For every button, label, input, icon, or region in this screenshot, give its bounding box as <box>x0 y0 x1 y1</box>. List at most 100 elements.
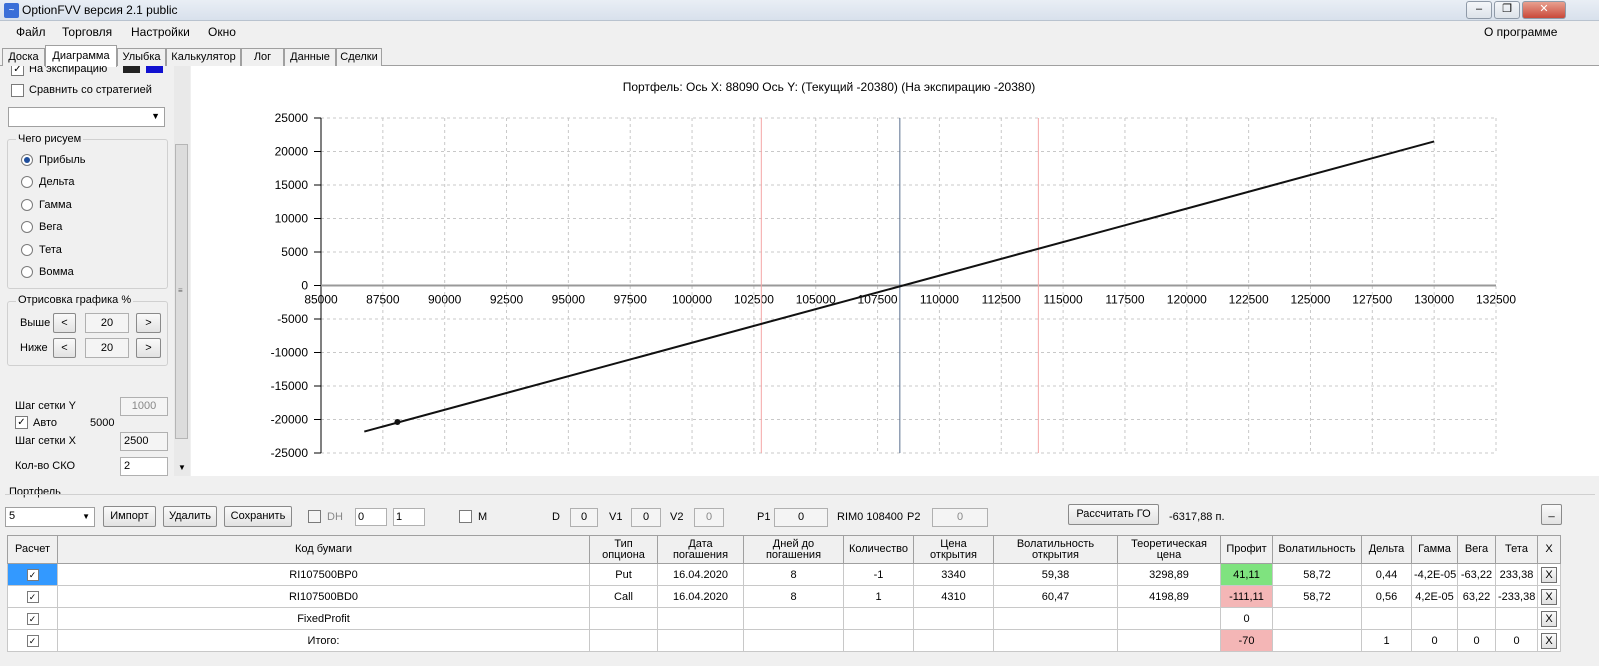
table-row[interactable]: ✓ RI107500BD0 Call 16.04.2020 8 1 4310 60,47 419… <box>7 585 1561 608</box>
radio-profit[interactable] <box>21 154 33 166</box>
table-body: ✓ RI107500BP0 Put 16.04.2020 8 -1 3340 59,38 329… <box>7 563 1561 652</box>
col-theo[interactable]: Теоретическая цена <box>1117 535 1221 564</box>
tab-diagram[interactable]: Диаграмма <box>45 45 117 67</box>
col-price[interactable]: Цена открытия <box>913 535 994 564</box>
menu-window[interactable]: Окно <box>208 25 236 39</box>
m-checkbox[interactable] <box>459 510 472 523</box>
menu-settings[interactable]: Настройки <box>131 25 190 39</box>
below-value[interactable]: 20 <box>85 338 129 358</box>
remove-row-button[interactable]: X <box>1541 566 1557 583</box>
row-calc-checkbox[interactable]: ✓ <box>26 568 39 581</box>
radio-theta[interactable] <box>21 244 33 256</box>
auto-value: 5000 <box>90 417 115 429</box>
remove-row-button[interactable]: X <box>1541 610 1557 627</box>
compare-checkbox[interactable] <box>11 84 24 97</box>
table-row[interactable]: ✓ RI107500BP0 Put 16.04.2020 8 -1 3340 59,38 329… <box>7 563 1561 586</box>
col-x[interactable]: X <box>1537 535 1561 564</box>
render-group-label: Отрисовка графика % <box>16 294 134 306</box>
dh-spinner-2[interactable]: 1 <box>393 508 425 526</box>
expiry-checkbox[interactable]: ✓ <box>11 66 24 76</box>
col-calc[interactable]: Расчет <box>7 535 58 564</box>
tab-data[interactable]: Данные <box>284 48 336 66</box>
payoff-chart[interactable]: 85000 87500 90000 92500 95000 97500 100000 1025… <box>191 66 1599 476</box>
dh-checkbox[interactable] <box>308 510 321 523</box>
cell-theo <box>1117 629 1221 652</box>
col-code[interactable]: Код бумаги <box>57 535 590 564</box>
expiry-color-black[interactable] <box>123 66 140 73</box>
row-calc-cell[interactable]: ✓ <box>7 585 58 608</box>
row-calc-checkbox[interactable]: ✓ <box>26 590 39 603</box>
radio-delta[interactable] <box>21 176 33 188</box>
minimize-window-button[interactable]: – <box>1466 1 1492 19</box>
radio-vega-label: Вега <box>39 221 63 233</box>
col-type[interactable]: Тип опциона <box>589 535 658 564</box>
menu-about[interactable]: О программе <box>1484 25 1557 39</box>
tab-board[interactable]: Доска <box>2 48 45 66</box>
cell-qty <box>843 607 914 630</box>
row-calc-cell[interactable]: ✓ <box>7 629 58 652</box>
tab-calculator[interactable]: Калькулятор <box>166 48 241 66</box>
grid-y-input[interactable]: 1000 <box>120 397 168 416</box>
radio-gamma[interactable] <box>21 199 33 211</box>
y-tick-label: 25000 <box>275 111 309 125</box>
portfolio-select[interactable]: 5 ▼ <box>5 507 95 527</box>
auto-checkbox[interactable]: ✓ <box>15 416 28 429</box>
cell-vol <box>1272 607 1362 630</box>
above-decrease-button[interactable]: < <box>53 313 76 333</box>
above-increase-button[interactable]: > <box>136 313 161 333</box>
row-calc-checkbox[interactable]: ✓ <box>26 612 39 625</box>
sko-input[interactable]: 2 <box>120 457 168 476</box>
v2-input[interactable]: 0 <box>694 508 724 527</box>
col-gamma[interactable]: Гамма <box>1411 535 1458 564</box>
cell-vol-open <box>993 629 1118 652</box>
cell-date: 16.04.2020 <box>657 585 744 608</box>
below-decrease-button[interactable]: < <box>53 338 76 358</box>
p2-input[interactable]: 0 <box>932 508 988 527</box>
menu-file[interactable]: Файл <box>16 25 46 39</box>
window-title: OptionFVV версия 2.1 public <box>22 3 178 17</box>
row-calc-cell[interactable]: ✓ <box>7 563 58 586</box>
scroll-down-icon[interactable]: ▼ <box>178 463 186 472</box>
expiry-color-blue[interactable] <box>146 66 163 73</box>
restore-window-button[interactable]: ❐ <box>1494 1 1520 19</box>
col-theta[interactable]: Тета <box>1495 535 1538 564</box>
radio-vega[interactable] <box>21 221 33 233</box>
close-window-button[interactable]: ✕ <box>1522 1 1566 19</box>
table-row[interactable]: ✓ Итого: -70 1 0 0 0 X <box>7 629 1561 652</box>
above-value[interactable]: 20 <box>85 313 129 333</box>
tab-log[interactable]: Лог <box>241 48 284 66</box>
col-date[interactable]: Дата погашения <box>657 535 744 564</box>
tab-deals[interactable]: Сделки <box>336 48 382 66</box>
p1-input[interactable]: 0 <box>774 508 828 527</box>
col-qty[interactable]: Количество <box>843 535 914 564</box>
d-input[interactable]: 0 <box>570 508 598 527</box>
tab-smile[interactable]: Улыбка <box>117 48 166 66</box>
dh-spinner-1[interactable]: 0 <box>355 508 387 526</box>
remove-row-button[interactable]: X <box>1541 632 1557 649</box>
grid-x-input[interactable]: 2500 <box>120 432 168 451</box>
col-profit[interactable]: Профит <box>1220 535 1273 564</box>
col-vol[interactable]: Волатильность <box>1272 535 1362 564</box>
menu-trading[interactable]: Торговля <box>62 25 112 39</box>
col-vega[interactable]: Вега <box>1457 535 1496 564</box>
remove-row-button[interactable]: X <box>1541 588 1557 605</box>
calc-go-button[interactable]: Рассчитать ГО <box>1068 504 1159 525</box>
cell-code: FixedProfit <box>57 607 590 630</box>
delete-button[interactable]: Удалить <box>163 506 217 527</box>
col-delta[interactable]: Дельта <box>1361 535 1412 564</box>
cell-days <box>743 629 844 652</box>
col-days[interactable]: Дней до погашения <box>743 535 844 564</box>
radio-vomma[interactable] <box>21 266 33 278</box>
col-vol-open[interactable]: Волатильность открытия <box>993 535 1118 564</box>
minimize-panel-button[interactable]: _ <box>1541 504 1562 525</box>
save-button[interactable]: Сохранить <box>224 506 292 527</box>
left-panel-scrollbar[interactable]: ≡ ▼ <box>174 66 190 476</box>
row-calc-cell[interactable]: ✓ <box>7 607 58 630</box>
above-label: Выше <box>20 317 51 329</box>
import-button[interactable]: Импорт <box>103 506 156 527</box>
strategy-select[interactable]: ▼ <box>8 107 165 127</box>
row-calc-checkbox[interactable]: ✓ <box>26 634 39 647</box>
table-row[interactable]: ✓ FixedProfit 0 X <box>7 607 1561 630</box>
below-increase-button[interactable]: > <box>136 338 161 358</box>
v1-input[interactable]: 0 <box>631 508 661 527</box>
